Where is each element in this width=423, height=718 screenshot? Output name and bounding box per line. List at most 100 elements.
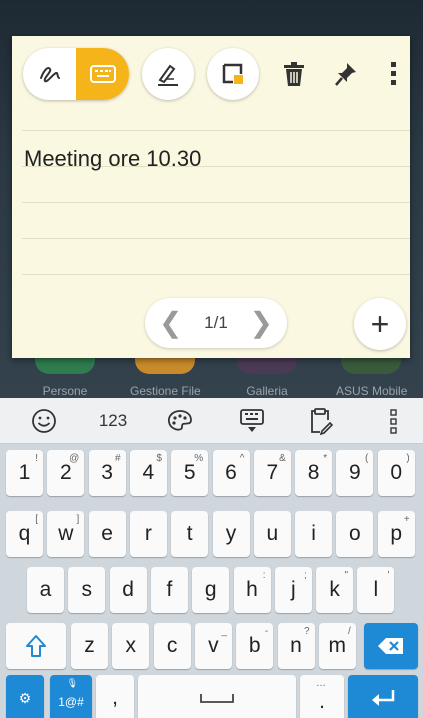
key-hint: ) — [406, 453, 410, 464]
symbols-key[interactable]: 🎙 1@# — [50, 675, 92, 718]
key-label: 4 — [142, 461, 155, 484]
key-label: n — [290, 634, 302, 657]
key-i[interactable]: i — [295, 511, 333, 557]
key-v[interactable]: _ v — [194, 623, 232, 669]
key-label: h — [246, 578, 258, 601]
key-z[interactable]: z — [71, 623, 108, 669]
period-key[interactable]: … . — [300, 675, 344, 718]
key-label: d — [122, 578, 134, 601]
comma-key[interactable]: , — [96, 675, 134, 718]
key-s[interactable]: s — [68, 567, 106, 613]
delete-button[interactable] — [274, 48, 314, 100]
key-x[interactable]: x — [112, 623, 150, 669]
key-u[interactable]: u — [253, 511, 291, 557]
key-hint: ^ — [239, 453, 245, 464]
key-hint: % — [194, 453, 204, 464]
key-f[interactable]: f — [150, 567, 188, 613]
key-n[interactable]: ? n — [277, 623, 315, 669]
key-hint: + — [403, 514, 410, 525]
home-app-row: Persone Gestione File Galleria ASUS Mobi… — [0, 352, 423, 398]
ruled-line — [22, 202, 410, 203]
palette-icon — [167, 410, 192, 431]
key-label: q — [18, 522, 31, 545]
key-label: e — [101, 522, 113, 545]
add-page-button[interactable]: + — [354, 298, 406, 350]
next-page-icon[interactable]: ❯ — [250, 309, 273, 337]
key-label: m — [328, 634, 347, 657]
key-m[interactable]: / m — [318, 623, 356, 669]
key-a[interactable]: a — [27, 567, 64, 613]
memo-toolbar — [12, 36, 410, 116]
home-app-persone: Persone — [30, 352, 100, 398]
key-j[interactable]: ; j — [274, 567, 312, 613]
key-7[interactable]: & 7 — [253, 450, 291, 496]
key-0[interactable]: ) 0 — [377, 450, 415, 496]
clipboard-button[interactable] — [300, 398, 340, 444]
settings-key[interactable]: ⚙ — [6, 675, 44, 718]
key-hint: " — [344, 570, 349, 581]
backspace-icon — [378, 638, 403, 654]
trash-icon — [284, 62, 304, 86]
key-p[interactable]: + p — [377, 511, 415, 557]
home-app-gestione-file: Gestione File — [130, 352, 201, 398]
key-6[interactable]: ^ 6 — [212, 450, 250, 496]
key-label: l — [373, 578, 379, 601]
handwriting-mode-button[interactable] — [23, 48, 76, 100]
key-w[interactable]: ] w — [47, 511, 85, 557]
keyboard-mode-button[interactable] — [76, 48, 129, 100]
handwriting-icon — [39, 67, 60, 83]
key-h[interactable]: :h — [233, 567, 271, 613]
pen-style-button[interactable] — [142, 48, 194, 100]
key-o[interactable]: o — [336, 511, 374, 557]
key-d[interactable]: d — [109, 567, 147, 613]
key-label: i — [311, 522, 316, 545]
key-hint: ( — [365, 453, 369, 464]
key-label: p — [390, 522, 403, 545]
key-label: 9 — [349, 461, 361, 484]
key-label: a — [39, 578, 52, 601]
key-4[interactable]: $4 — [129, 450, 167, 496]
key-r[interactable]: r — [129, 511, 167, 557]
period-key-label: . — [319, 690, 325, 713]
key-9[interactable]: (9 — [336, 450, 374, 496]
keyboard-menu-button[interactable] — [382, 398, 406, 444]
key-k[interactable]: " k — [316, 567, 354, 613]
shift-key[interactable] — [6, 623, 66, 669]
key-g[interactable]: g — [192, 567, 230, 613]
key-y[interactable]: y — [212, 511, 250, 557]
key-hint: : — [262, 570, 266, 581]
note-color-button[interactable] — [207, 48, 259, 100]
space-key[interactable] — [138, 675, 296, 718]
theme-button[interactable] — [160, 398, 200, 444]
key-3[interactable]: #3 — [88, 450, 126, 496]
key-8[interactable]: * 8 — [295, 450, 333, 496]
pin-button[interactable] — [326, 48, 366, 100]
enter-key[interactable] — [348, 675, 418, 718]
keyboard-icon — [89, 65, 116, 83]
key-hint: - — [264, 626, 269, 637]
keyboard-hide-icon — [240, 409, 264, 432]
key-e[interactable]: e — [88, 511, 126, 557]
key-label: c — [166, 634, 178, 657]
key-hint: ] — [76, 514, 80, 525]
previous-page-icon[interactable]: ❮ — [159, 309, 182, 337]
key-l[interactable]: ' l — [357, 567, 395, 613]
emoji-button[interactable] — [24, 398, 64, 444]
key-2[interactable]: @2 — [47, 450, 85, 496]
more-options-button[interactable] — [380, 48, 408, 100]
pen-style-icon — [158, 64, 178, 86]
key-c[interactable]: c — [153, 623, 191, 669]
key-hint: / — [348, 626, 351, 637]
numbers-button[interactable]: 123 — [88, 398, 138, 444]
key-label: 7 — [266, 461, 279, 484]
backspace-key[interactable] — [364, 623, 418, 669]
ruled-line — [22, 274, 410, 275]
hide-keyboard-button[interactable] — [232, 398, 272, 444]
memo-text-area[interactable]: Meeting ore 10.30 — [24, 146, 201, 172]
key-b[interactable]: -b — [236, 623, 274, 669]
key-1[interactable]: ! 1 — [6, 450, 43, 496]
key-5[interactable]: % 5 — [171, 450, 209, 496]
key-q[interactable]: [q — [6, 511, 43, 557]
period-key-hint: … — [316, 678, 326, 689]
key-t[interactable]: t — [171, 511, 209, 557]
